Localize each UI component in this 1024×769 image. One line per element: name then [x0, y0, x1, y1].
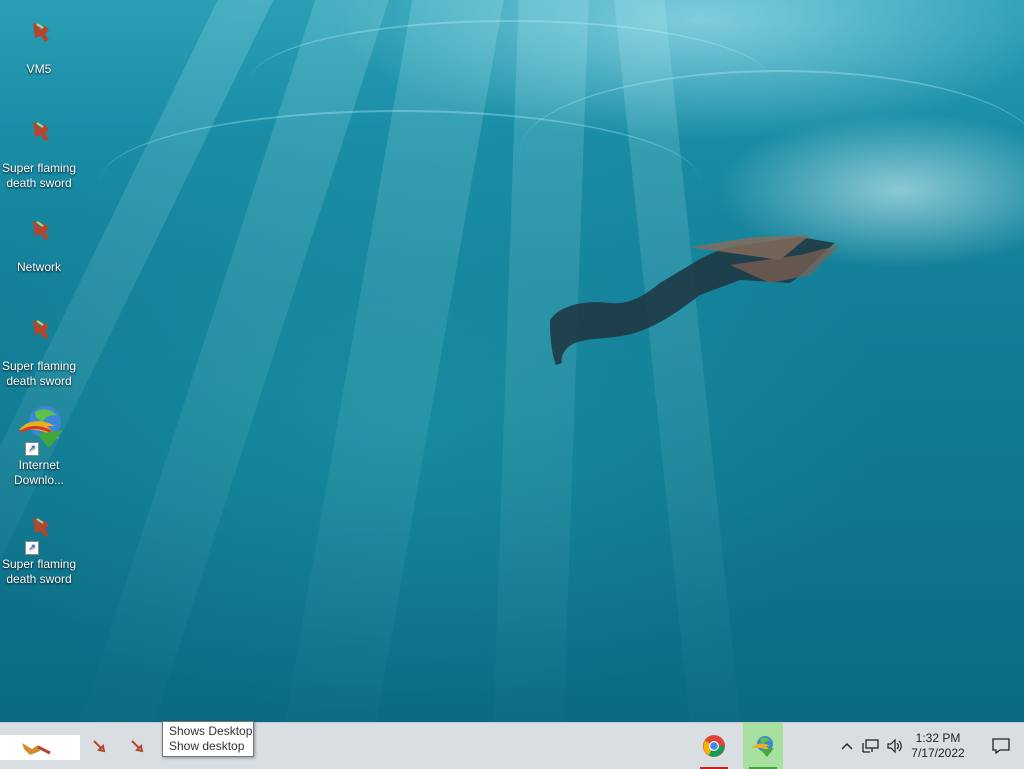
taskbar-chrome[interactable] [694, 723, 734, 769]
sword-icon [15, 315, 63, 357]
surface-wave [520, 70, 1024, 232]
sword-icon [22, 742, 51, 755]
clock-date: 7/17/2022 [911, 746, 965, 760]
taskbar: 1:32 PM 7/17/2022 [0, 722, 1024, 769]
pinned-app-sword[interactable] [86, 723, 112, 769]
start-button[interactable] [0, 735, 80, 760]
idm-icon [752, 736, 774, 757]
tooltip-line: Shows Desktop [169, 724, 253, 738]
tooltip-line: Show desktop [169, 739, 245, 753]
desktop-icon-super-flaming-death-sword[interactable]: Super flaming death sword [0, 117, 78, 191]
shortcut-arrow-icon: ↗ [25, 541, 39, 555]
sword-icon [93, 740, 106, 753]
sword-icon [15, 216, 63, 258]
sword-icon: ↗ [15, 513, 63, 555]
pinned-app-sword-2[interactable] [124, 723, 150, 769]
taskbar-clock[interactable]: 1:32 PM 7/17/2022 [905, 731, 971, 761]
system-tray [836, 723, 908, 769]
desktop-icon-label: Internet Downlo... [13, 458, 65, 487]
sword-icon [15, 18, 63, 60]
show-desktop-tooltip: Shows Desktop Show desktop [162, 721, 254, 757]
desktop-icon-super-flaming-death-sword-shortcut[interactable]: ↗ Super flaming death sword [0, 513, 78, 587]
desktop-icon-label: Super flaming death sword [1, 359, 77, 388]
desktop-icon-super-flaming-death-sword-2[interactable]: Super flaming death sword [0, 315, 78, 389]
desktop-icon-network[interactable]: Network [0, 216, 78, 275]
sword-icon [15, 117, 63, 159]
desktop-icon-internet-download-manager[interactable]: ↗ Internet Downlo... [0, 402, 78, 488]
volume-icon[interactable] [884, 735, 906, 757]
desktop-icon-vm5[interactable]: VM5 [0, 18, 78, 77]
chevron-up-icon[interactable] [836, 735, 858, 757]
desktop-wallpaper[interactable]: VM5 Super flaming death sword Network Su… [0, 0, 1024, 722]
chrome-icon [703, 735, 725, 757]
taskbar-internet-download-manager[interactable] [743, 723, 783, 769]
desktop-icon-label: Super flaming death sword [1, 557, 77, 586]
action-center-button[interactable] [978, 723, 1024, 769]
idm-icon: ↗ [15, 402, 63, 456]
network-icon[interactable] [860, 735, 882, 757]
sword-icon [131, 740, 144, 753]
desktop-icon-label: Super flaming death sword [1, 161, 77, 190]
desktop-icon-label: VM5 [26, 62, 52, 76]
shortcut-arrow-icon: ↗ [25, 442, 39, 456]
notification-icon [992, 738, 1010, 754]
desktop-icon-label: Network [16, 260, 61, 274]
clock-time: 1:32 PM [915, 731, 961, 745]
diver-silhouette [550, 235, 840, 365]
